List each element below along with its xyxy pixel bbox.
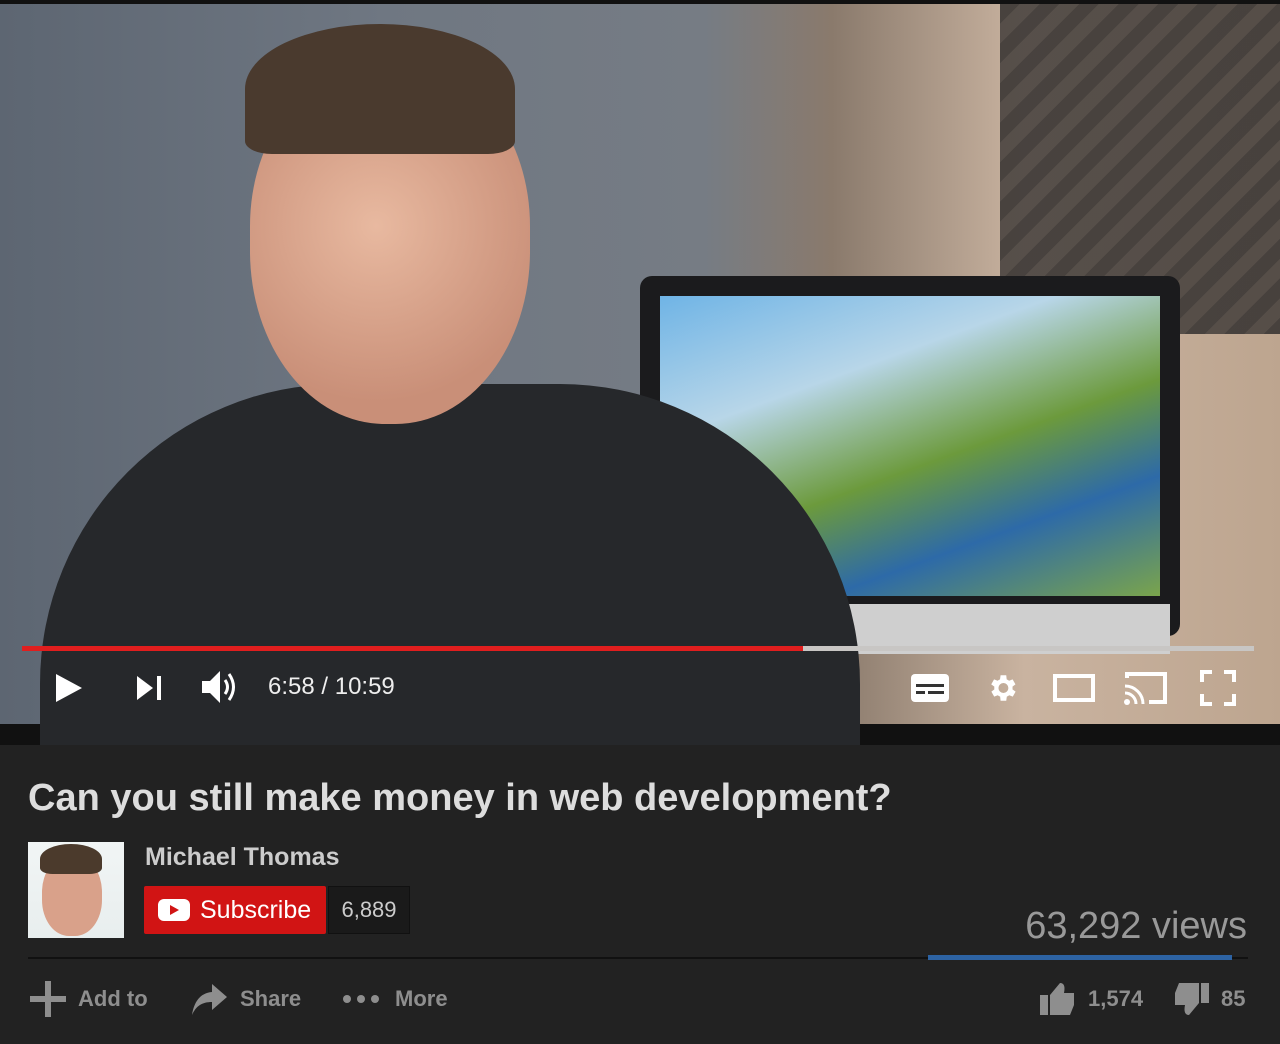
settings-icon[interactable] — [985, 671, 1019, 705]
next-icon[interactable] — [137, 675, 165, 701]
view-count: 63,292 views — [1025, 905, 1247, 947]
volume-icon[interactable] — [200, 669, 240, 705]
sentiment-bar — [928, 955, 1232, 960]
add-to-button[interactable]: Add to — [30, 981, 148, 1017]
video-frame[interactable] — [0, 4, 1280, 745]
progress-bar[interactable] — [22, 646, 1254, 651]
like-button[interactable]: 1,574 — [1040, 983, 1143, 1015]
fullscreen-icon[interactable] — [1200, 670, 1236, 706]
like-count: 1,574 — [1088, 986, 1144, 1011]
play-icon[interactable] — [54, 672, 84, 704]
share-button[interactable]: Share — [190, 983, 301, 1015]
more-label: More — [395, 986, 448, 1011]
video-player[interactable]: 6:58 / 10:59 — [0, 0, 1280, 745]
more-dots-icon — [343, 995, 379, 1003]
share-label: Share — [240, 986, 302, 1011]
progress-fill — [22, 646, 804, 651]
thumbs-up-icon — [1040, 983, 1074, 1015]
cast-icon[interactable] — [1123, 670, 1169, 706]
share-icon — [192, 984, 227, 1015]
dislike-count: 85 — [1221, 986, 1246, 1011]
thumbs-down-icon — [1175, 983, 1209, 1015]
video-title: Can you still make money in web developm… — [28, 777, 892, 819]
youtube-logo-icon — [158, 899, 190, 921]
presenter-hair — [245, 24, 515, 154]
dislike-button[interactable]: 85 — [1173, 983, 1245, 1015]
subtitles-icon[interactable] — [911, 674, 949, 702]
theater-mode-icon[interactable] — [1053, 674, 1095, 702]
subscribe-button[interactable]: Subscribe — [144, 886, 326, 934]
channel-name-link[interactable]: Michael Thomas — [145, 843, 340, 872]
time-display: 6:58 / 10:59 — [268, 673, 395, 700]
channel-avatar[interactable] — [28, 842, 124, 938]
subscribe-label: Subscribe — [200, 895, 312, 924]
plus-icon — [30, 981, 66, 1017]
add-to-label: Add to — [78, 986, 148, 1011]
more-button[interactable]: More — [343, 983, 448, 1015]
subscriber-count: 6,889 — [328, 886, 410, 934]
